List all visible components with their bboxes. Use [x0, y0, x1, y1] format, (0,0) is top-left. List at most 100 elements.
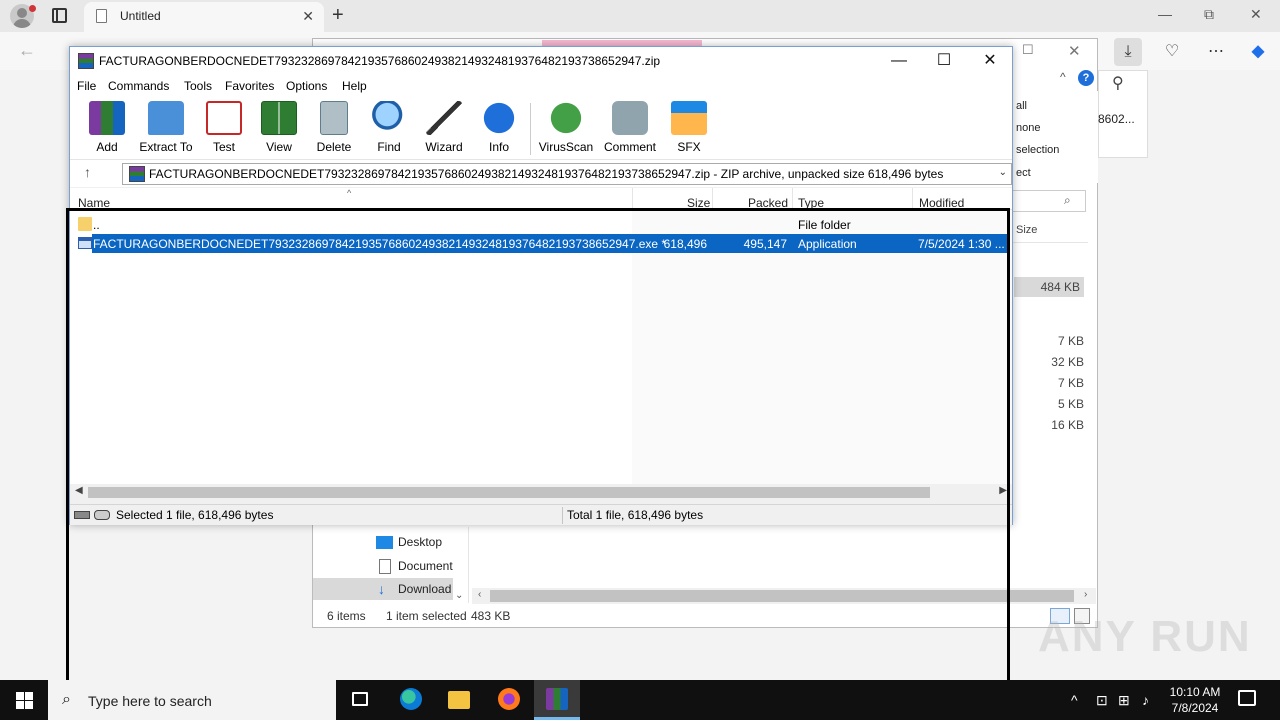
scroll-left-icon[interactable]: ◀ — [75, 485, 83, 496]
bg-help-icon[interactable]: ? — [1078, 70, 1094, 86]
winrar-horizontal-scrollbar[interactable]: ◀ ▶ — [70, 484, 1012, 501]
list-item-exe[interactable]: FACTURAGONBERDOCNEDET7932328697842193576… — [70, 234, 1012, 253]
select-item[interactable]: ect — [1016, 167, 1031, 179]
info-icon — [481, 101, 517, 135]
application-icon — [78, 237, 92, 249]
select-all-item[interactable]: all — [1016, 100, 1027, 112]
column-divider[interactable] — [632, 188, 633, 210]
task-view-button[interactable] — [338, 680, 384, 720]
file-packed: 495,147 — [743, 237, 787, 251]
bg-close-icon[interactable]: ✕ — [1068, 42, 1081, 60]
device-icon[interactable]: ⊡ — [1096, 692, 1108, 709]
bg-scroll-right-icon[interactable]: › — [1084, 589, 1087, 600]
address-dropdown-icon[interactable]: ⌄ — [999, 167, 1007, 178]
file-modified: 7/5/2024 1:30 ... — [918, 237, 1005, 251]
tab-close-icon[interactable]: ✕ — [302, 8, 314, 25]
nav-item-documents[interactable]: Document — [398, 559, 453, 573]
sfx-button[interactable]: SFX — [659, 101, 719, 154]
bg-maximize-icon[interactable]: ☐ — [1022, 42, 1034, 58]
bg-nav-scroll-down-icon[interactable]: ⌄ — [455, 590, 463, 601]
add-button[interactable]: Add — [77, 101, 137, 154]
select-none-item[interactable]: none — [1016, 122, 1040, 134]
column-name[interactable]: Name — [78, 196, 110, 210]
info-label: Info — [488, 140, 509, 154]
menu-options[interactable]: Options — [286, 79, 327, 93]
drive-key-icons[interactable] — [74, 510, 110, 520]
bg-scroll-thumb[interactable] — [490, 590, 1074, 602]
virusscan-button[interactable]: VirusScan — [536, 101, 596, 154]
new-tab-button[interactable]: + — [332, 4, 344, 27]
volume-icon[interactable]: ♪ — [1142, 692, 1149, 708]
menu-tools[interactable]: Tools — [184, 79, 212, 93]
network-icon[interactable]: ⊞ — [1118, 692, 1130, 709]
address-field[interactable]: FACTURAGONBERDOCNEDET7932328697842193576… — [122, 163, 1012, 185]
file-explorer-icon — [448, 691, 470, 709]
download-item-name[interactable]: 8602... — [1098, 112, 1135, 126]
virusscan-label: VirusScan — [538, 140, 594, 154]
taskbar-file-explorer[interactable] — [436, 680, 482, 720]
taskbar-edge[interactable] — [388, 680, 434, 720]
extract-icon — [148, 101, 184, 135]
tab-actions-icon[interactable] — [52, 8, 67, 23]
winrar-minimize-button[interactable]: — — [879, 50, 919, 72]
winrar-toolbar: Add Extract To Test View Delete Find Wiz… — [70, 97, 1012, 159]
windows-taskbar: ⌕ Type here to search ^ ⊡ ⊞ ♪ 10:10 AM 7… — [0, 680, 1280, 720]
list-item-parent-folder[interactable]: .. File folder — [70, 215, 1012, 234]
scroll-right-icon[interactable]: ▶ — [999, 485, 1007, 496]
taskbar-winrar[interactable] — [534, 680, 580, 720]
wizard-button[interactable]: Wizard — [414, 101, 474, 154]
more-options-icon[interactable]: ⋯ — [1202, 38, 1230, 66]
info-button[interactable]: Info — [469, 101, 529, 154]
system-clock[interactable]: 10:10 AM 7/8/2024 — [1160, 684, 1230, 716]
test-button[interactable]: Test — [194, 101, 254, 154]
delete-button[interactable]: Delete — [304, 101, 364, 154]
browser-tab[interactable]: Untitled ✕ — [84, 2, 324, 32]
winrar-maximize-button[interactable]: ☐ — [924, 50, 964, 72]
downloads-icon[interactable]: ⤓ — [1114, 38, 1142, 66]
add-icon — [89, 101, 125, 135]
browser-essentials-icon[interactable]: ♡ — [1158, 38, 1186, 66]
restore-button[interactable]: ⧉ — [1204, 6, 1214, 23]
column-size[interactable]: Size — [687, 196, 710, 210]
taskbar-search-box[interactable]: ⌕ Type here to search — [48, 680, 336, 720]
close-button[interactable]: ✕ — [1250, 6, 1262, 23]
winrar-close-button[interactable]: ✕ — [970, 50, 1010, 72]
comment-button[interactable]: Comment — [600, 101, 660, 154]
view-button[interactable]: View — [249, 101, 309, 154]
nav-item-desktop[interactable]: Desktop — [398, 535, 442, 549]
column-divider[interactable] — [912, 188, 913, 210]
column-type[interactable]: Type — [798, 196, 824, 210]
column-packed[interactable]: Packed — [748, 196, 788, 210]
find-button[interactable]: Find — [359, 101, 419, 154]
notification-dot — [29, 5, 36, 12]
bg-status-size: 483 KB — [471, 609, 511, 623]
extract-to-button[interactable]: Extract To — [136, 101, 196, 154]
bg-column-size[interactable]: Size — [1016, 224, 1037, 236]
minimize-button[interactable]: — — [1158, 6, 1172, 22]
notification-center-icon[interactable] — [1238, 690, 1256, 706]
back-arrow-icon[interactable]: ← — [18, 40, 36, 61]
view-label: View — [266, 140, 292, 154]
show-hidden-icons[interactable]: ^ — [1071, 692, 1078, 708]
column-divider[interactable] — [712, 188, 713, 210]
column-modified[interactable]: Modified — [919, 196, 964, 210]
pin-icon[interactable]: ⚲ — [1112, 73, 1124, 93]
start-button[interactable] — [0, 680, 48, 720]
invert-selection-item[interactable]: selection — [1016, 144, 1059, 156]
menu-commands[interactable]: Commands — [108, 79, 169, 93]
bg-scroll-left-icon[interactable]: ‹ — [478, 589, 481, 600]
winrar-title-bar[interactable]: FACTURAGONBERDOCNEDET7932328697842193576… — [70, 47, 1012, 75]
scroll-thumb[interactable] — [88, 487, 930, 498]
bg-search-input[interactable] — [1012, 190, 1086, 212]
find-label: Find — [377, 140, 401, 154]
bg-collapse-ribbon-icon[interactable]: ^ — [1060, 70, 1066, 84]
menu-file[interactable]: File — [77, 79, 96, 93]
menu-favorites[interactable]: Favorites — [225, 79, 274, 93]
test-icon — [206, 101, 242, 135]
column-divider[interactable] — [792, 188, 793, 210]
tab-title: Untitled — [120, 9, 161, 23]
menu-help[interactable]: Help — [342, 79, 367, 93]
up-folder-icon[interactable]: ↑ — [84, 164, 91, 180]
copilot-icon[interactable]: ◆ — [1244, 38, 1272, 66]
taskbar-firefox[interactable] — [486, 680, 532, 720]
